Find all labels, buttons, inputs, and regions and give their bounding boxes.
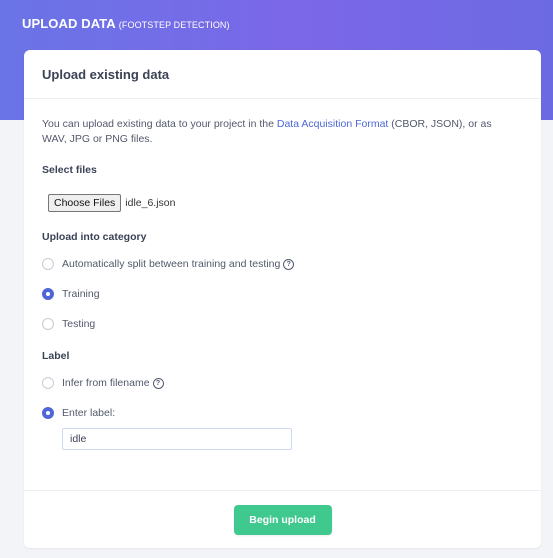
label-section-label: Label	[42, 350, 70, 362]
page-title: UPLOAD DATA (FOOTSTEP DETECTION)	[22, 16, 230, 31]
help-circle-icon[interactable]: ?	[152, 377, 164, 389]
begin-upload-button[interactable]: Begin upload	[233, 505, 332, 535]
data-acquisition-format-link[interactable]: Data Acquisition Format	[277, 118, 388, 130]
category-testing-radio[interactable]	[42, 318, 54, 330]
upload-category-label: Upload into category	[42, 231, 147, 243]
category-auto-split-radio[interactable]	[42, 258, 54, 270]
category-option-auto-split[interactable]: Automatically split between training and…	[42, 255, 523, 273]
label-option-enter[interactable]: Enter label:	[42, 404, 523, 422]
label-infer-radio[interactable]	[42, 377, 54, 389]
intro-text-before: You can upload existing data to your pro…	[42, 118, 277, 130]
category-option-testing[interactable]: Testing	[42, 315, 523, 333]
category-training-radio[interactable]	[42, 288, 54, 300]
card-title: Upload existing data	[42, 66, 170, 82]
card-body: You can upload existing data to your pro…	[24, 99, 541, 450]
label-enter-label: Enter label:	[62, 407, 116, 419]
intro-text: You can upload existing data to your pro…	[42, 117, 512, 147]
card-footer: Begin upload	[24, 490, 541, 549]
upload-card: Upload existing data You can upload exis…	[24, 50, 541, 548]
page-title-text: UPLOAD DATA	[22, 16, 116, 31]
help-circle-icon[interactable]: ?	[283, 258, 295, 270]
label-input[interactable]	[62, 428, 292, 450]
category-training-label: Training	[62, 288, 100, 300]
selected-file-name: idle_6.json	[125, 197, 176, 209]
card-header: Upload existing data	[24, 50, 541, 99]
label-option-infer[interactable]: Infer from filename ?	[42, 374, 523, 392]
select-files-label: Select files	[42, 164, 97, 176]
label-enter-radio[interactable]	[42, 407, 54, 419]
label-infer-label: Infer from filename	[62, 377, 150, 389]
category-testing-label: Testing	[62, 318, 96, 330]
choose-files-button[interactable]: Choose Files	[48, 194, 122, 212]
category-auto-split-label: Automatically split between training and…	[62, 258, 281, 270]
category-option-training[interactable]: Training	[42, 285, 523, 303]
page-subtitle: (FOOTSTEP DETECTION)	[118, 20, 230, 30]
file-picker: Choose Files idle_6.json	[42, 194, 523, 212]
